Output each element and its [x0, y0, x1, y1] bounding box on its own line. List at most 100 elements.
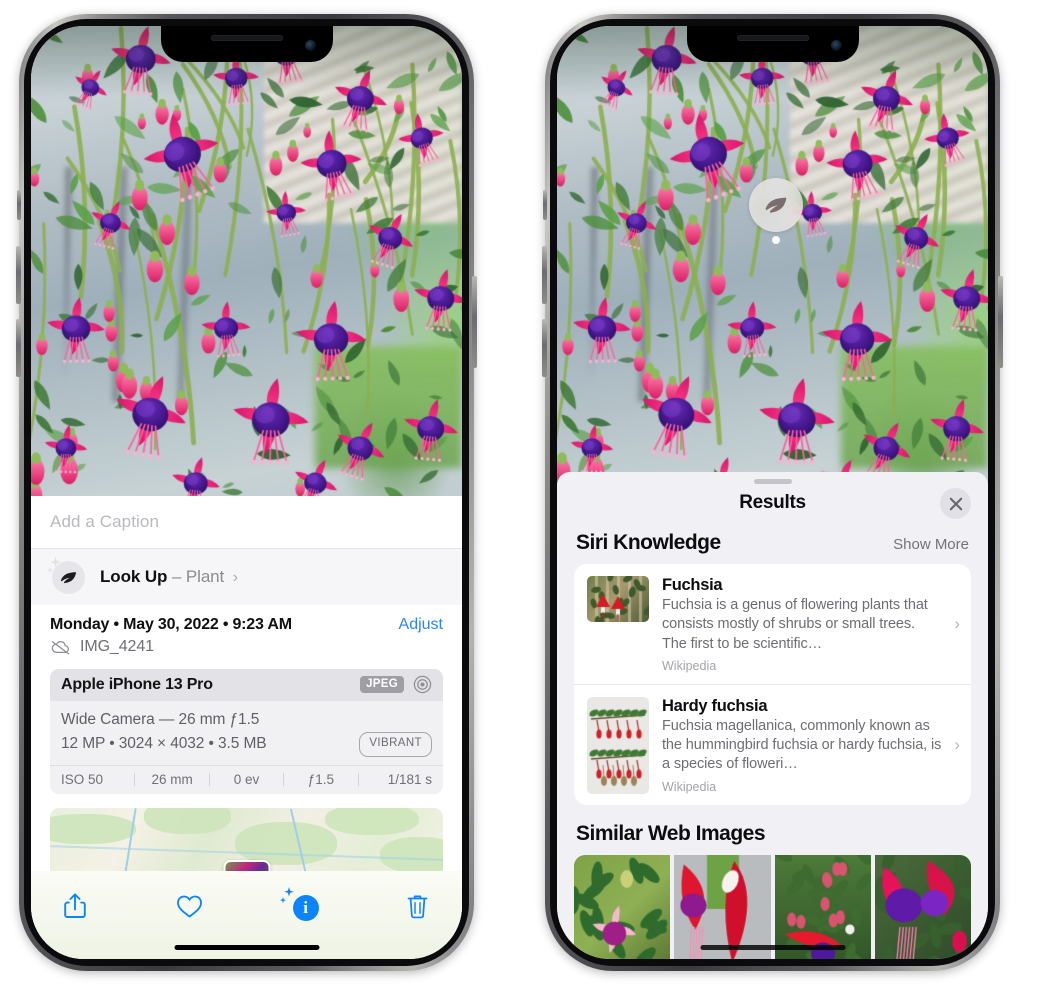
metadata-date-row: Monday • May 30, 2022 • 9:23 AM Adjust	[50, 605, 443, 634]
photo-date: Monday • May 30, 2022 • 9:23 AM	[50, 616, 292, 634]
exif-iso: ISO 50	[59, 772, 134, 787]
location-map[interactable]	[50, 808, 443, 880]
result-thumbnail	[587, 697, 649, 794]
result-description: Fuchsia magellanica, commonly known as t…	[662, 717, 942, 775]
results-title: Results	[557, 492, 988, 514]
exif-stats-row: ISO 50 26 mm 0 ev ƒ1.5 1/181 s	[50, 765, 443, 794]
info-button[interactable]: i	[282, 885, 326, 927]
chevron-right-icon: ›	[954, 735, 960, 755]
knowledge-result-row[interactable]: Hardy fuchsia Fuchsia magellanica, commo…	[574, 684, 971, 805]
front-camera	[305, 40, 316, 51]
result-source: Wikipedia	[662, 780, 942, 794]
visual-look-up-badge[interactable]	[749, 178, 803, 244]
result-body: Fuchsia Fuchsia is a genus of flowering …	[662, 576, 958, 673]
exif-focal-length: 26 mm	[135, 772, 208, 787]
mute-switch[interactable]	[543, 190, 547, 220]
leaf-icon	[763, 192, 789, 218]
volume-up-button[interactable]	[16, 246, 21, 304]
close-button[interactable]	[940, 488, 971, 519]
chevron-right-icon: ›	[233, 569, 238, 586]
similar-image-tile[interactable]	[775, 855, 871, 959]
format-badge: JPEG	[360, 676, 404, 693]
leaf-icon	[59, 568, 78, 587]
photo-viewer[interactable]	[557, 26, 988, 496]
similar-image-tile[interactable]	[875, 855, 971, 959]
sparkle-small-icon	[279, 897, 287, 905]
delete-button[interactable]	[396, 885, 440, 927]
photo-filename: IMG_4241	[80, 638, 154, 656]
left-phone-device: Add a Caption Look Up – Plant › Monday •…	[19, 14, 474, 971]
share-icon	[63, 892, 87, 920]
result-source: Wikipedia	[662, 659, 942, 673]
exif-header: Apple iPhone 13 Pro JPEG	[50, 669, 443, 701]
earpiece-speaker	[737, 35, 809, 41]
badge-anchor-dot	[772, 236, 780, 244]
leaf-badge-disc	[749, 178, 803, 232]
volume-down-button[interactable]	[16, 319, 21, 377]
result-thumbnail	[587, 576, 649, 622]
front-camera	[831, 40, 842, 51]
photo-info-sheet: Add a Caption Look Up – Plant › Monday •…	[31, 496, 462, 959]
similar-web-images-header: Similar Web Images	[557, 805, 988, 855]
siri-knowledge-title: Siri Knowledge	[576, 531, 721, 555]
screenshot-stage: Add a Caption Look Up – Plant › Monday •…	[0, 0, 1055, 985]
exif-aperture: ƒ1.5	[284, 772, 357, 787]
siri-knowledge-card: Fuchsia Fuchsia is a genus of flowering …	[574, 564, 971, 805]
photo-metadata: Monday • May 30, 2022 • 9:23 AM Adjust I…	[31, 605, 462, 656]
similar-image-tile[interactable]	[574, 855, 670, 959]
result-title: Hardy fuchsia	[662, 697, 942, 716]
power-button[interactable]	[998, 276, 1003, 368]
right-phone-screen: Results Siri Knowledge Show More Fuchsia…	[557, 26, 988, 959]
size-info-row: 12 MP • 3024 × 4032 • 3.5 MB VIBRANT	[61, 732, 432, 757]
results-header: Results	[557, 472, 988, 528]
exif-exposure: 0 ev	[210, 772, 283, 787]
right-phone-device: Results Siri Knowledge Show More Fuchsia…	[545, 14, 1000, 971]
exif-body: Wide Camera — 26 mm ƒ1.5 12 MP • 3024 × …	[50, 701, 443, 765]
favorite-button[interactable]	[167, 885, 211, 927]
filename-row: IMG_4241	[50, 638, 443, 656]
similar-web-images-row	[574, 855, 971, 959]
look-up-dash: –	[172, 567, 181, 586]
result-title: Fuchsia	[662, 576, 942, 595]
exif-shutter-speed: 1/181 s	[359, 772, 434, 787]
info-badge: i	[289, 891, 319, 921]
similar-image-tile[interactable]	[674, 855, 770, 959]
device-notch	[161, 26, 333, 62]
earpiece-speaker	[211, 35, 283, 41]
chevron-right-icon: ›	[954, 614, 960, 634]
exif-card[interactable]: Apple iPhone 13 Pro JPEG Wide Camera — 2…	[50, 669, 443, 794]
info-icon: i	[293, 895, 319, 921]
left-phone-screen: Add a Caption Look Up – Plant › Monday •…	[31, 26, 462, 959]
look-up-label-group: Look Up – Plant ›	[100, 567, 238, 587]
heart-icon	[176, 894, 203, 919]
photo-viewer[interactable]	[31, 26, 462, 496]
raw-target-icon[interactable]	[413, 675, 432, 694]
adjust-button[interactable]: Adjust	[399, 616, 443, 634]
leaf-icon-circle	[52, 561, 85, 594]
fuchsia-flowers-artwork	[31, 26, 462, 496]
caption-input[interactable]: Add a Caption	[50, 512, 159, 532]
look-up-label: Look Up	[100, 567, 167, 586]
fuchsia-flowers-artwork	[557, 26, 988, 496]
knowledge-result-row[interactable]: Fuchsia Fuchsia is a genus of flowering …	[574, 564, 971, 684]
mute-switch[interactable]	[17, 190, 21, 220]
siri-knowledge-header: Siri Knowledge Show More	[557, 528, 988, 564]
trash-icon	[406, 893, 429, 920]
share-button[interactable]	[53, 885, 97, 927]
home-indicator[interactable]	[700, 945, 845, 950]
result-body: Hardy fuchsia Fuchsia magellanica, commo…	[662, 697, 958, 794]
volume-up-button[interactable]	[542, 246, 547, 304]
power-button[interactable]	[472, 276, 477, 368]
look-up-row[interactable]: Look Up – Plant ›	[31, 548, 462, 605]
home-indicator[interactable]	[174, 945, 319, 950]
show-more-button[interactable]: Show More	[893, 536, 969, 553]
device-notch	[687, 26, 859, 62]
result-description: Fuchsia is a genus of flowering plants t…	[662, 596, 942, 654]
caption-row[interactable]: Add a Caption	[31, 496, 462, 548]
resolution-info: 12 MP • 3024 × 4032 • 3.5 MB	[61, 732, 267, 756]
camera-device-name: Apple iPhone 13 Pro	[61, 676, 213, 694]
volume-down-button[interactable]	[542, 319, 547, 377]
leaf-sparkle-icon	[48, 558, 86, 596]
close-icon	[949, 497, 963, 511]
exif-header-badges: JPEG	[360, 675, 432, 694]
